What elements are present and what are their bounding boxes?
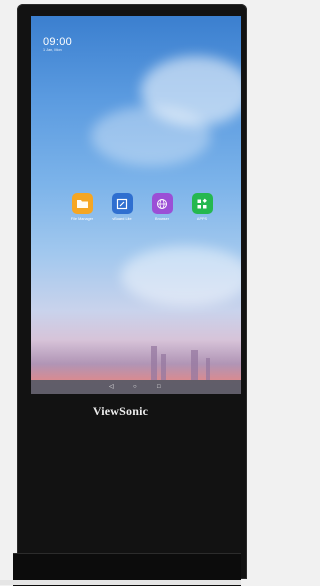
cloud: [91, 106, 211, 166]
home-icon[interactable]: ○: [133, 383, 137, 391]
navigation-bar: ◁ ○ □: [31, 380, 241, 394]
cloud: [121, 246, 241, 306]
display-screen: 09:00 1 Jan, Mon File Manager vBoard Lit…: [31, 16, 241, 394]
building: [206, 358, 210, 380]
app-label: vBoard Lite: [112, 217, 132, 221]
app-vboard[interactable]: vBoard Lite: [102, 193, 142, 221]
nav-keys: ◁ ○ □: [107, 383, 167, 391]
whiteboard-icon: [111, 193, 133, 214]
recent-apps-icon[interactable]: □: [157, 383, 161, 391]
back-icon[interactable]: ◁: [109, 383, 114, 391]
app-apps[interactable]: APPS: [182, 193, 222, 221]
clock-widget[interactable]: 09:00 1 Jan, Mon: [43, 36, 72, 53]
app-file-manager[interactable]: File Manager: [62, 193, 102, 221]
building: [151, 346, 157, 380]
app-label: Browser: [155, 217, 169, 221]
app-launcher: File Manager vBoard Lite Browser APPS: [62, 193, 213, 223]
folder-icon: [71, 193, 93, 214]
app-label: File Manager: [70, 217, 94, 221]
app-browser[interactable]: Browser: [142, 193, 182, 221]
app-label: APPS: [196, 217, 208, 221]
clock-date: 1 Jan, Mon: [43, 48, 62, 52]
brand-logo: ViewSonic: [92, 404, 149, 418]
building: [161, 354, 166, 380]
building: [191, 350, 198, 380]
apps-grid-icon: [191, 193, 213, 214]
floor: [0, 580, 241, 585]
globe-icon: [151, 193, 173, 214]
clock-time: 09:00: [43, 36, 73, 48]
